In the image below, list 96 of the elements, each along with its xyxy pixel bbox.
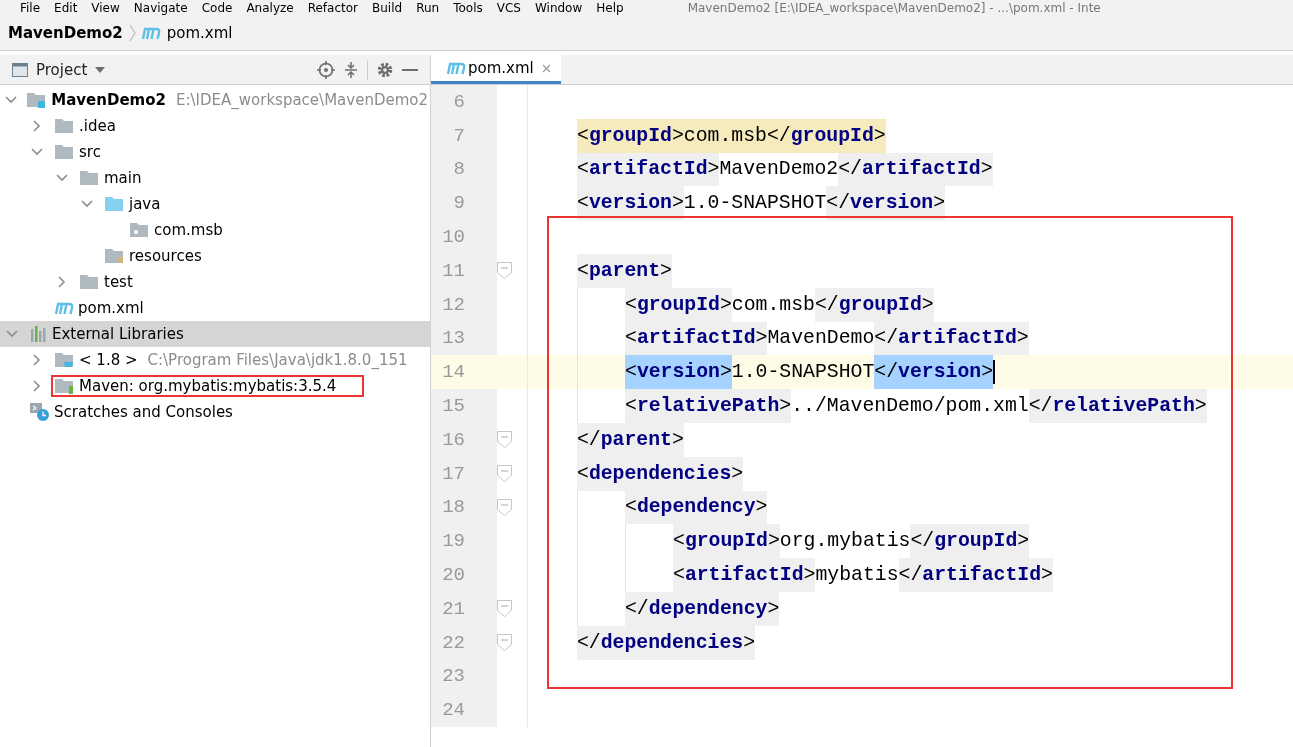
line-number: 9 bbox=[453, 192, 465, 215]
chevron-icon[interactable] bbox=[31, 354, 43, 366]
chevron-icon[interactable] bbox=[6, 328, 18, 340]
menu-item[interactable]: Tools bbox=[453, 1, 483, 15]
chevron-icon[interactable] bbox=[31, 146, 43, 158]
tree-item[interactable]: resources bbox=[129, 247, 202, 265]
tree-item[interactable]: Maven: org.mybatis:mybatis:3.5.4 bbox=[79, 377, 337, 395]
breadcrumb-item[interactable]: MavenDemo2 bbox=[8, 24, 123, 42]
chevron-icon bbox=[128, 24, 136, 42]
line-number: 8 bbox=[453, 158, 465, 181]
line-number: 20 bbox=[442, 564, 465, 587]
folder-icon bbox=[55, 378, 75, 394]
folder-icon bbox=[80, 170, 100, 186]
tree-item[interactable]: .idea bbox=[79, 117, 116, 135]
line-number: 15 bbox=[442, 395, 465, 418]
path-text: C:\Program Files\Java\jdk1.8.0_151 bbox=[147, 351, 408, 369]
settings-icon[interactable] bbox=[376, 60, 394, 79]
fold-icon[interactable] bbox=[497, 600, 512, 618]
package-icon bbox=[130, 222, 150, 238]
tree-item[interactable]: MavenDemo2 bbox=[51, 91, 166, 109]
maven-file-icon bbox=[55, 301, 74, 315]
tree-item[interactable]: com.msb bbox=[154, 221, 223, 239]
chevron-icon[interactable] bbox=[5, 94, 18, 106]
tree-item[interactable]: pom.xml bbox=[78, 299, 144, 317]
line-number: 24 bbox=[442, 699, 465, 722]
menu-item[interactable]: Analyze bbox=[246, 1, 294, 15]
line-number: 16 bbox=[442, 428, 465, 451]
code-line: <version>1.0-SNAPSHOT</version> bbox=[625, 355, 994, 390]
folder-icon bbox=[105, 248, 125, 264]
menu-item[interactable]: Window bbox=[534, 1, 583, 15]
folder-icon bbox=[80, 274, 100, 290]
line-number: 13 bbox=[442, 327, 465, 350]
chevron-icon[interactable] bbox=[31, 120, 43, 132]
folder-icon bbox=[27, 92, 48, 108]
chevron-icon[interactable] bbox=[56, 276, 68, 288]
code-line: <version>1.0-SNAPSHOT</version> bbox=[577, 186, 946, 221]
menu-item[interactable]: Help bbox=[596, 1, 624, 15]
chevron-icon[interactable] bbox=[56, 172, 68, 184]
menu-item[interactable]: Code bbox=[201, 1, 233, 15]
line-number: 18 bbox=[442, 496, 465, 519]
menu-item[interactable]: View bbox=[91, 1, 120, 15]
line-number: 22 bbox=[442, 631, 465, 654]
code-line: <groupId>com.msb</groupId> bbox=[625, 287, 934, 322]
code-line: <artifactId>mybatis</artifactId> bbox=[673, 558, 1053, 592]
menu-item[interactable]: VCS bbox=[496, 1, 521, 15]
code-line: <artifactId>MavenDemo2</artifactId> bbox=[577, 152, 993, 187]
menu-item[interactable]: Refactor bbox=[307, 1, 359, 15]
tree-item[interactable]: < 1.8 > bbox=[79, 351, 138, 369]
fold-icon[interactable] bbox=[497, 431, 512, 449]
tree-item[interactable]: test bbox=[104, 273, 133, 291]
code-line: <groupId>org.mybatis</groupId> bbox=[673, 524, 1030, 559]
folder-icon bbox=[55, 352, 75, 368]
line-number: 7 bbox=[453, 124, 465, 147]
line-number: 11 bbox=[442, 259, 465, 282]
tree-item[interactable]: src bbox=[79, 143, 101, 161]
collapse-icon[interactable] bbox=[343, 60, 359, 79]
locate-icon[interactable] bbox=[317, 60, 335, 79]
breadcrumb-item[interactable]: pom.xml bbox=[166, 24, 233, 42]
line-number: 21 bbox=[442, 597, 465, 620]
path-text: E:\IDEA_workspace\MavenDemo2 bbox=[176, 91, 428, 109]
libraries-icon bbox=[30, 326, 48, 342]
fold-icon[interactable] bbox=[497, 465, 512, 483]
line-number: 23 bbox=[442, 665, 465, 688]
tree-item[interactable]: main bbox=[104, 169, 142, 187]
folder-icon bbox=[55, 144, 75, 160]
folder-icon bbox=[105, 196, 125, 212]
fold-icon[interactable] bbox=[497, 634, 512, 652]
line-number: 10 bbox=[442, 226, 465, 249]
menu-item[interactable]: Build bbox=[372, 1, 403, 15]
panel-title[interactable]: Project bbox=[36, 60, 88, 79]
menu-item[interactable]: File bbox=[20, 1, 41, 15]
line-number: 6 bbox=[453, 90, 465, 113]
line-number: 14 bbox=[442, 361, 465, 384]
line-number: 17 bbox=[442, 462, 465, 485]
dropdown-icon[interactable] bbox=[95, 66, 106, 73]
editor-tab[interactable]: pom.xml bbox=[431, 55, 561, 84]
maven-file-icon bbox=[141, 26, 161, 40]
fold-icon[interactable] bbox=[497, 498, 512, 516]
chevron-icon[interactable] bbox=[81, 198, 93, 210]
line-number: 19 bbox=[442, 530, 465, 553]
panel-icon bbox=[12, 62, 28, 77]
menu-item[interactable]: Run bbox=[416, 1, 440, 15]
menu-item[interactable]: Navigate bbox=[133, 1, 188, 15]
line-number: 12 bbox=[442, 293, 465, 316]
code-line: <relativePath>../MavenDemo/pom.xml</relativePath> bbox=[625, 389, 1207, 423]
scratches-icon bbox=[30, 402, 50, 422]
tree-item[interactable]: java bbox=[129, 195, 161, 213]
maven-file-icon bbox=[447, 61, 466, 75]
chevron-icon[interactable] bbox=[31, 380, 43, 392]
tree-item[interactable]: Scratches and Consoles bbox=[54, 403, 233, 421]
menu-item[interactable]: Edit bbox=[54, 1, 78, 15]
code-line: <artifactId>MavenDemo</artifactId> bbox=[625, 321, 1029, 356]
fold-icon[interactable] bbox=[497, 262, 512, 280]
close-icon[interactable] bbox=[541, 63, 551, 73]
window-title: MavenDemo2 [E:\IDEA_workspace\MavenDemo2] - ...\pom.xml - Inte bbox=[687, 1, 1101, 15]
folder-icon bbox=[55, 118, 75, 134]
